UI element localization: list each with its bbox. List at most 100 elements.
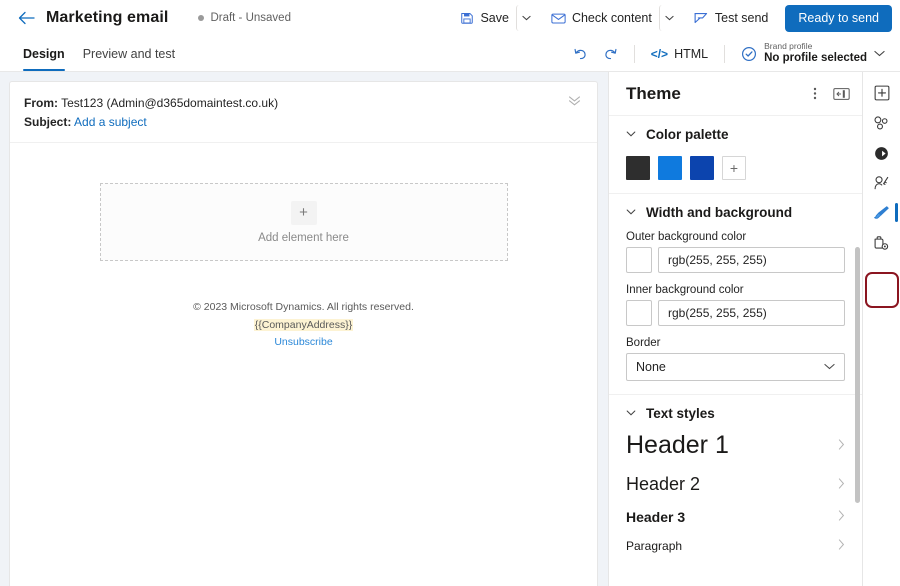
chevron-right-icon: [838, 510, 845, 524]
footer-copyright: © 2023 Microsoft Dynamics. All rights re…: [10, 299, 597, 316]
chevron-down-icon: [522, 15, 531, 21]
tab-preview-and-test-label: Preview and test: [83, 47, 175, 61]
layout-elements-icon: [873, 115, 890, 131]
redo-arrow-icon: [603, 47, 618, 61]
add-element-icon: [874, 85, 890, 101]
subject-label: Subject:: [24, 115, 71, 129]
tab-design-label: Design: [23, 47, 65, 61]
back-button[interactable]: [14, 6, 38, 30]
html-label: HTML: [674, 47, 708, 61]
chevron-down-icon: [626, 408, 636, 419]
inner-background-color-chip[interactable]: [626, 300, 652, 326]
undo-arrow-icon: [573, 47, 588, 61]
editor-body: From: Test123 (Admin@d365domaintest.co.u…: [0, 72, 900, 586]
section-color-palette-header[interactable]: Color palette: [626, 127, 845, 142]
border-label: Border: [626, 337, 845, 349]
dropzone-label: Add element here: [258, 232, 349, 244]
marketing-email-editor: Marketing email Draft - Unsaved Save: [0, 0, 900, 586]
save-split-chevron[interactable]: [516, 5, 536, 31]
outer-background-color-field: Outer background color rgb(255, 255, 255…: [626, 231, 845, 273]
border-select[interactable]: None: [626, 353, 845, 381]
chevron-down-icon: [665, 15, 674, 21]
text-style-header-2[interactable]: Header 2: [626, 467, 845, 502]
status-dot: [198, 15, 204, 21]
settings-clipboard-icon: [873, 235, 890, 251]
outer-background-color-row: rgb(255, 255, 255): [626, 247, 845, 273]
double-chevron-down-icon: [568, 96, 581, 106]
tab-design[interactable]: Design: [14, 36, 74, 71]
status-text: Draft - Unsaved: [210, 12, 291, 24]
color-swatch-list: +: [626, 156, 845, 180]
test-send-button[interactable]: Test send: [687, 5, 776, 31]
email-header-text: From: Test123 (Admin@d365domaintest.co.u…: [24, 94, 278, 132]
section-text-styles-header[interactable]: Text styles: [626, 406, 845, 421]
border-field: Border None: [626, 337, 845, 381]
content-blocks-icon: [874, 146, 889, 161]
text-style-header-2-label: Header 2: [626, 474, 700, 495]
color-swatch-3[interactable]: [690, 156, 714, 180]
from-label: From:: [24, 96, 58, 110]
check-content-split-chevron[interactable]: [659, 5, 679, 31]
html-button[interactable]: </> HTML: [644, 41, 715, 67]
unsubscribe-link[interactable]: Unsubscribe: [274, 336, 332, 348]
add-color-button[interactable]: +: [722, 156, 746, 180]
check-content-label: Check content: [572, 11, 652, 25]
rail-add-element-button[interactable]: [867, 80, 897, 106]
redo-button[interactable]: [597, 41, 625, 67]
tab-preview-and-test[interactable]: Preview and test: [74, 36, 184, 71]
text-style-paragraph-label: Paragraph: [626, 539, 682, 553]
color-swatch-1[interactable]: [626, 156, 650, 180]
section-width-and-background-label: Width and background: [646, 205, 792, 220]
brand-profile-label: Brand profile: [764, 42, 867, 52]
color-swatch-2[interactable]: [658, 156, 682, 180]
text-style-header-3[interactable]: Header 3: [626, 502, 845, 532]
save-label: Save: [480, 11, 509, 25]
outer-background-color-input[interactable]: rgb(255, 255, 255): [658, 247, 845, 273]
footer-address-row: {{CompanyAddress}}: [10, 317, 597, 334]
theme-panel-scrollbar[interactable]: [855, 247, 860, 503]
ready-to-send-button[interactable]: Ready to send: [785, 5, 892, 32]
brand-profile-value: No profile selected: [764, 52, 867, 65]
section-width-and-background-header[interactable]: Width and background: [626, 205, 845, 220]
outer-background-color-chip[interactable]: [626, 247, 652, 273]
outer-background-color-label: Outer background color: [626, 231, 845, 243]
theme-panel-more-button[interactable]: [804, 82, 826, 106]
border-select-value: None: [636, 360, 666, 374]
email-header-collapse-button[interactable]: [568, 94, 581, 132]
rail-layout-elements-button[interactable]: [867, 110, 897, 136]
theme-panel: Theme: [608, 72, 862, 586]
save-button[interactable]: Save: [453, 5, 516, 31]
divider: [634, 45, 635, 63]
format-bar-actions: </> HTML Brand profile No profile select…: [567, 36, 890, 71]
text-style-header-1[interactable]: Header 1: [626, 424, 845, 467]
chevron-right-icon: [838, 539, 845, 553]
arrow-left-icon: [18, 11, 35, 25]
check-badge-icon: [741, 46, 757, 62]
right-icon-rail: [862, 72, 900, 586]
company-address-token[interactable]: {{CompanyAddress}}: [254, 319, 353, 331]
from-value: Test123 (Admin@d365domaintest.co.uk): [61, 96, 278, 110]
theme-panel-collapse-button[interactable]: [830, 82, 852, 106]
inner-background-color-input[interactable]: rgb(255, 255, 255): [658, 300, 845, 326]
theme-brush-icon: [873, 205, 890, 221]
brand-profile-selector[interactable]: Brand profile No profile selected: [734, 39, 890, 69]
rail-personalization-button[interactable]: [867, 170, 897, 196]
inner-background-color-field: Inner background color rgb(255, 255, 255…: [626, 284, 845, 326]
rail-theme-button[interactable]: [867, 200, 897, 226]
chevron-down-icon: [626, 207, 636, 218]
section-width-and-background: Width and background Outer background co…: [609, 194, 862, 395]
chevron-right-icon: [838, 439, 845, 453]
text-style-paragraph[interactable]: Paragraph: [626, 532, 845, 560]
undo-button[interactable]: [567, 41, 595, 67]
add-subject-link[interactable]: Add a subject: [74, 115, 147, 129]
chevron-down-icon: [874, 50, 885, 57]
section-color-palette: Color palette +: [609, 116, 862, 194]
text-style-header-1-label: Header 1: [626, 431, 729, 460]
rail-settings-button[interactable]: [867, 230, 897, 256]
rail-content-blocks-button[interactable]: [867, 140, 897, 166]
email-canvas-area: From: Test123 (Admin@d365domaintest.co.u…: [0, 72, 608, 586]
add-element-dropzone[interactable]: + Add element here: [100, 183, 508, 261]
email-header: From: Test123 (Admin@d365domaintest.co.u…: [10, 82, 597, 143]
section-text-styles: Text styles Header 1 Header 2: [609, 395, 862, 573]
check-content-button[interactable]: Check content: [544, 5, 659, 31]
